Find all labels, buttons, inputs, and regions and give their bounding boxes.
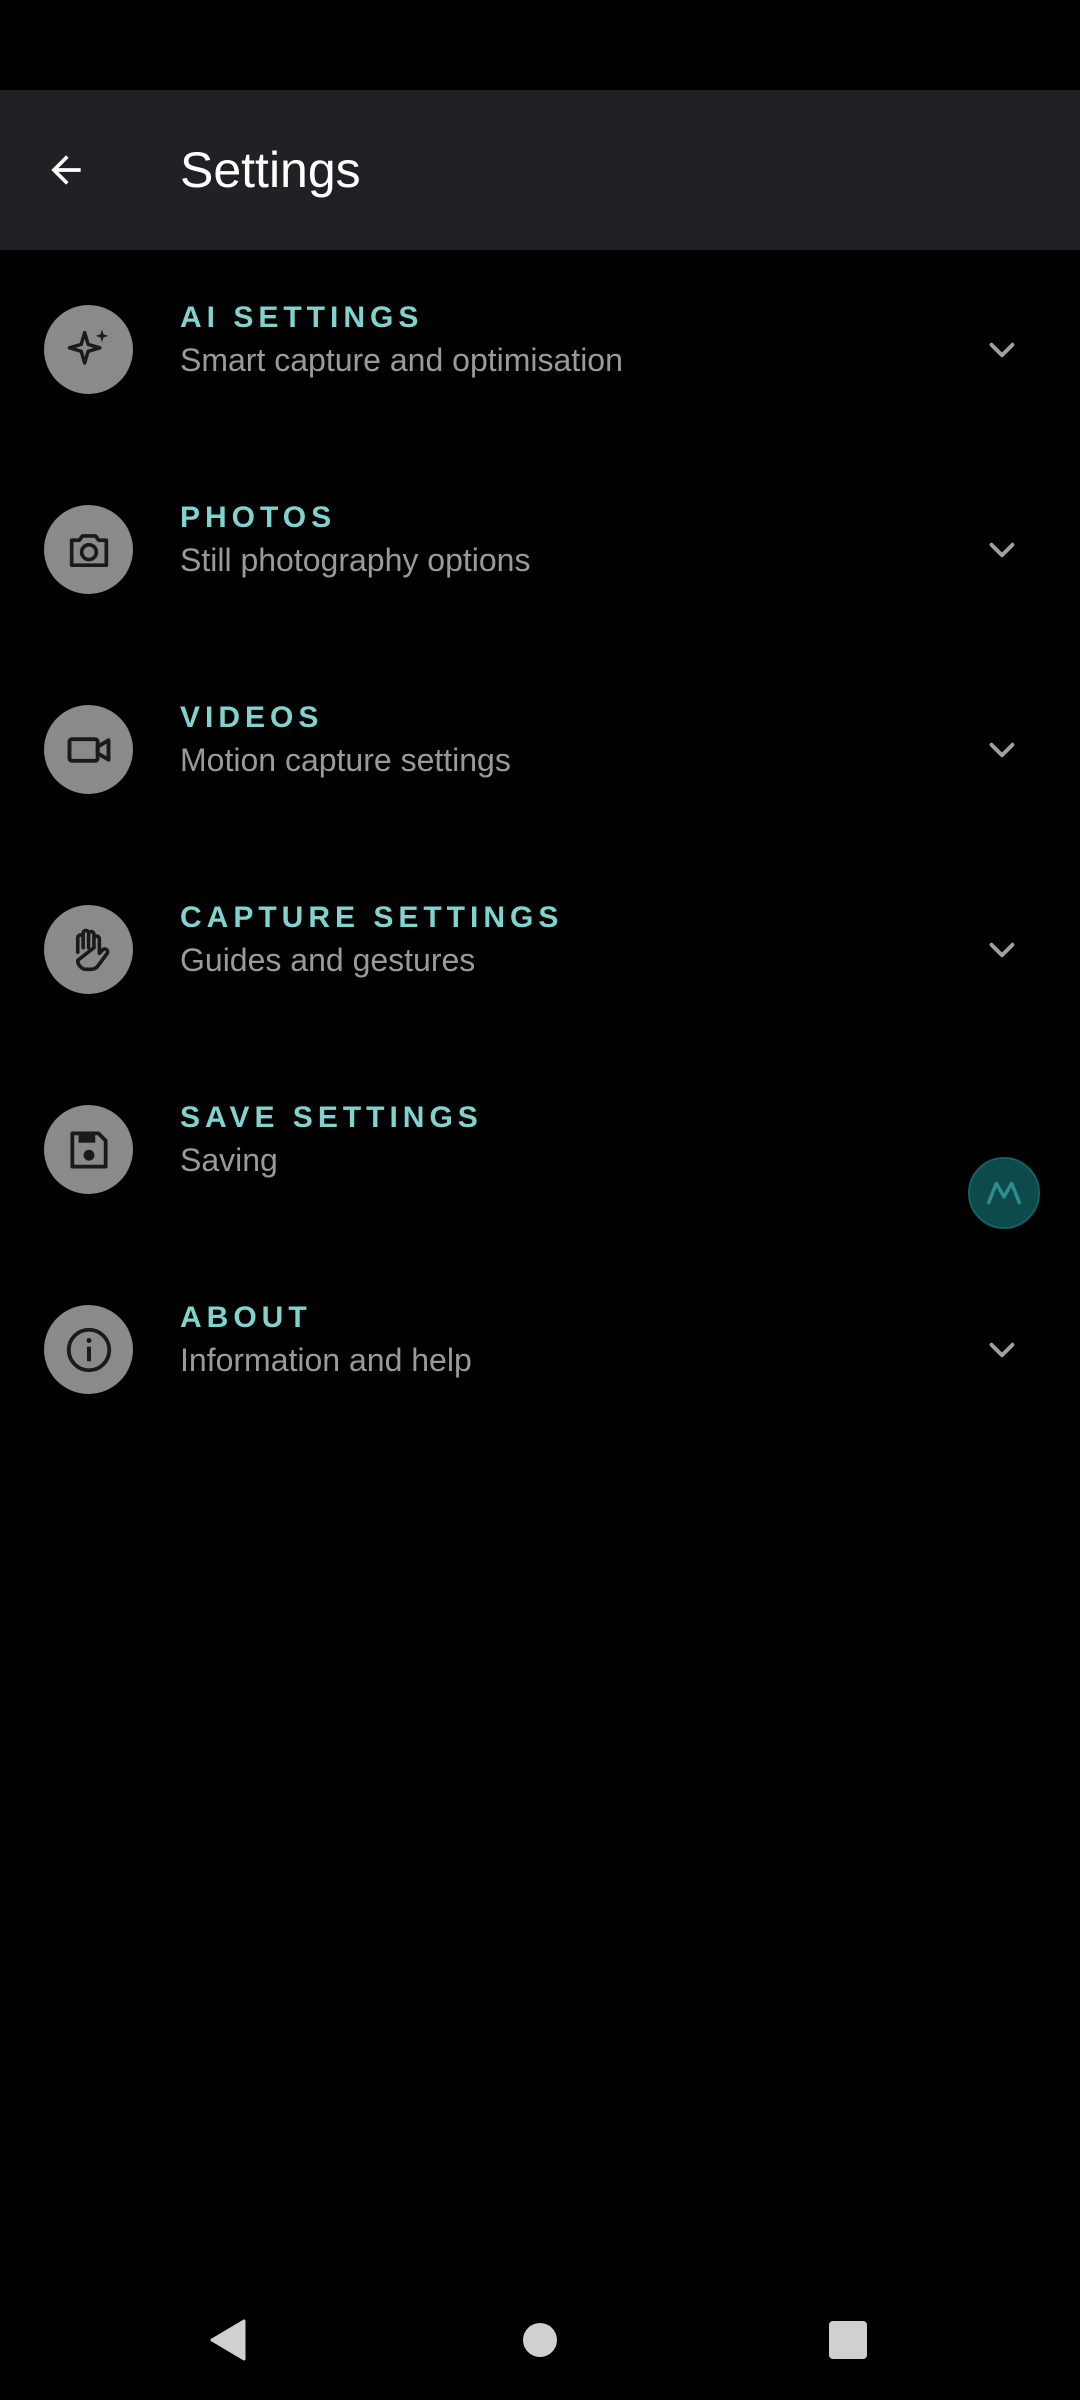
chevron-down-icon[interactable] [984,532,1020,568]
settings-item-subtitle: Motion capture settings [180,742,511,778]
settings-item-title: VIDEOS [180,701,324,734]
nav-recents-button[interactable] [788,2280,908,2400]
settings-item-capture-settings[interactable]: CAPTURE SETTINGS Guides and gestures [0,850,1080,1050]
chevron-down-icon[interactable] [984,932,1020,968]
chevron-down-icon[interactable] [984,1332,1020,1368]
nav-back-button[interactable] [168,2280,288,2400]
arrow-back-icon [51,155,81,185]
settings-item-subtitle: Still photography options [180,542,531,578]
settings-item-subtitle: Information and help [180,1342,472,1378]
hand-icon [44,905,133,994]
settings-item-title: SAVE SETTINGS [180,1101,483,1134]
settings-list: AI SETTINGS Smart capture and optimisati… [0,250,1080,1450]
app-bar: Settings [0,90,1080,250]
settings-item-about[interactable]: ABOUT Information and help [0,1250,1080,1450]
chevron-down-icon[interactable] [984,332,1020,368]
nav-home-button[interactable] [480,2280,600,2400]
save-icon [44,1105,133,1194]
settings-item-videos[interactable]: VIDEOS Motion capture settings [0,650,1080,850]
settings-item-subtitle: Smart capture and optimisation [180,342,623,378]
back-button[interactable] [22,126,110,214]
page-title: Settings [180,142,361,198]
motorola-logo-icon[interactable] [968,1157,1040,1229]
system-navigation-bar [0,2280,1080,2400]
settings-item-title: PHOTOS [180,501,337,534]
camera-icon [44,505,133,594]
settings-item-save-settings[interactable]: SAVE SETTINGS Saving [0,1050,1080,1250]
nav-back-triangle-icon [210,2319,246,2361]
nav-home-circle-icon [523,2323,557,2357]
settings-item-title: AI SETTINGS [180,301,424,334]
nav-recents-square-icon [829,2321,867,2359]
settings-item-title: ABOUT [180,1301,312,1334]
settings-item-photos[interactable]: PHOTOS Still photography options [0,450,1080,650]
sparkle-icon [44,305,133,394]
settings-item-subtitle: Guides and gestures [180,942,476,978]
chevron-down-icon[interactable] [984,732,1020,768]
settings-item-subtitle: Saving [180,1142,278,1178]
video-camera-icon [44,705,133,794]
info-icon [44,1305,133,1394]
settings-item-ai-settings[interactable]: AI SETTINGS Smart capture and optimisati… [0,250,1080,450]
settings-item-title: CAPTURE SETTINGS [180,901,564,934]
status-bar [0,0,1080,90]
